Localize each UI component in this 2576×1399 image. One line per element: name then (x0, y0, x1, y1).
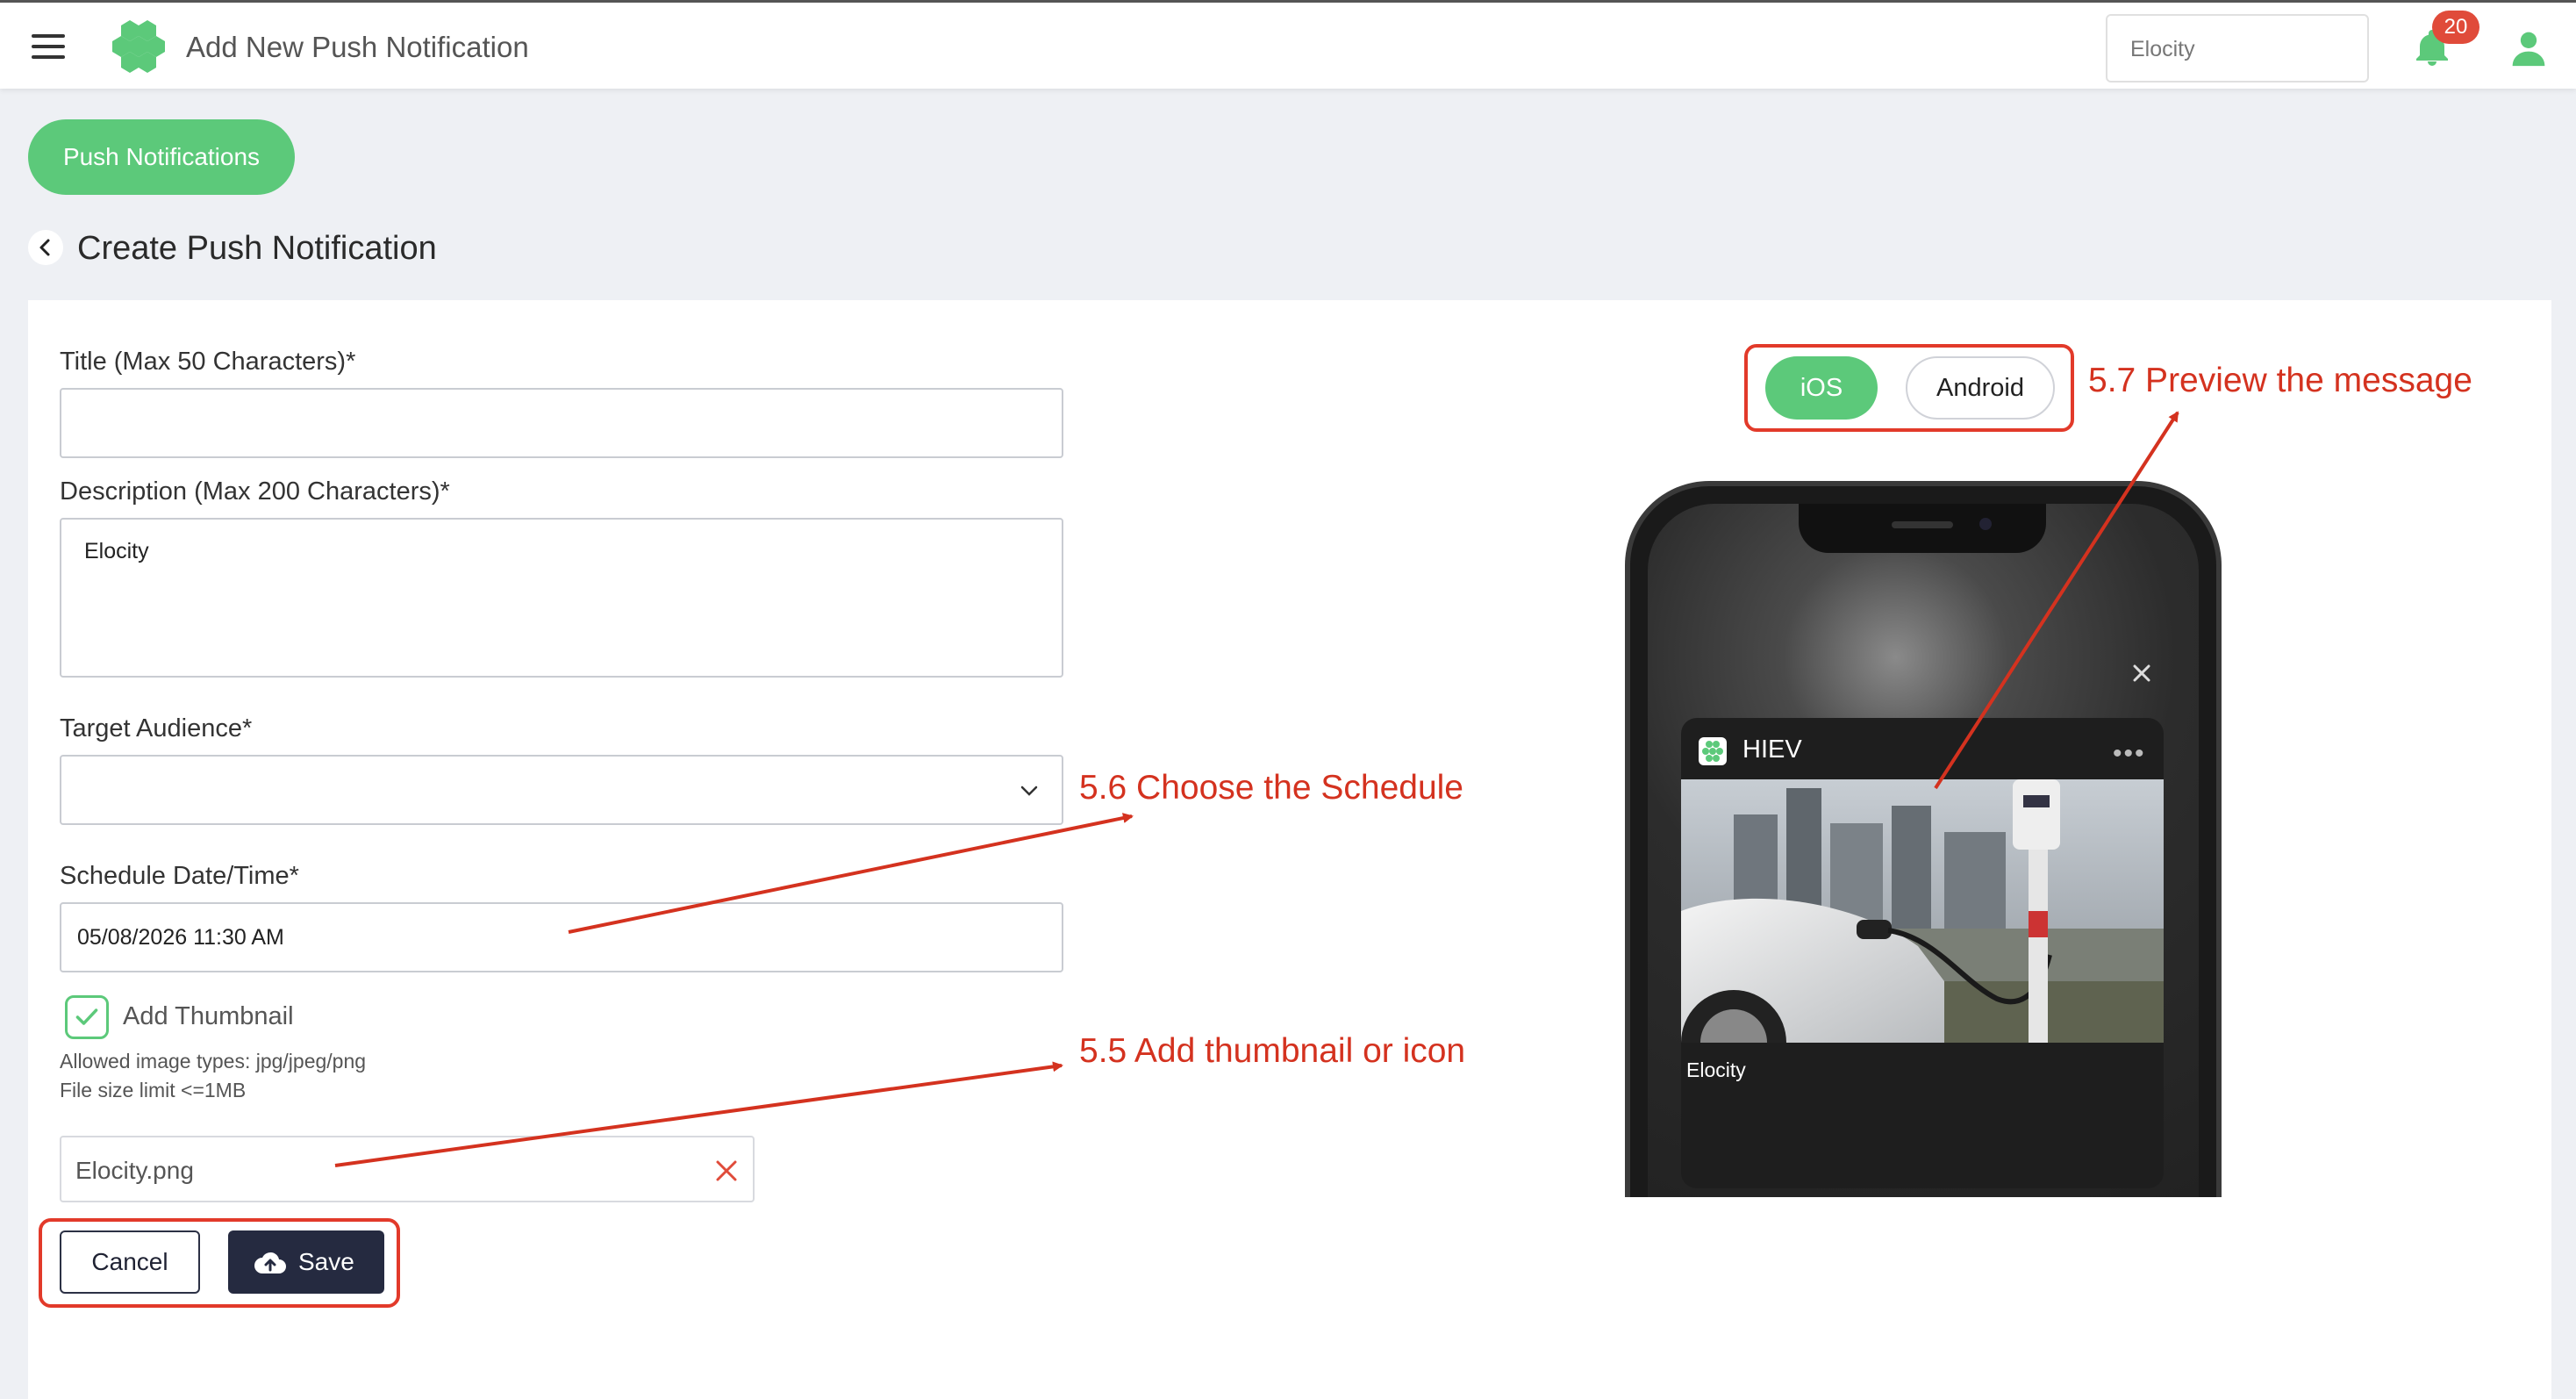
phone-notch (1799, 504, 2046, 553)
schedule-label: Schedule Date/Time* (60, 862, 299, 890)
save-label: Save (298, 1248, 354, 1275)
app-logo-icon (1699, 737, 1727, 765)
add-thumbnail-label: Add Thumbnail (123, 1002, 294, 1030)
description-label: Description (Max 200 Characters)* (60, 477, 450, 506)
cancel-button[interactable]: Cancel (60, 1230, 200, 1294)
title-input[interactable] (60, 388, 1063, 458)
thumbnail-file-field: Elocity.png (60, 1136, 755, 1202)
phone-preview: HIEV ••• Elocity (1625, 481, 2222, 1197)
close-icon[interactable] (2129, 660, 2155, 686)
notification-description: Elocity (1686, 1058, 1746, 1081)
android-toggle[interactable]: Android (1906, 356, 2055, 420)
menu-icon[interactable] (32, 34, 65, 61)
annotation-choose-schedule: 5.6 Choose the Schedule (1079, 769, 1463, 807)
back-icon[interactable] (28, 230, 63, 265)
more-icon[interactable]: ••• (2113, 739, 2146, 769)
push-notifications-tab[interactable]: Push Notifications (28, 119, 295, 195)
notification-count-badge: 20 (2432, 11, 2479, 44)
close-icon[interactable] (712, 1157, 741, 1185)
schedule-datetime-input[interactable]: 05/08/2026 11:30 AM (60, 902, 1063, 972)
user-icon[interactable] (2509, 29, 2548, 68)
app-logo-icon (112, 20, 165, 73)
notification-app-name: HIEV (1742, 735, 1802, 764)
cloud-upload-icon (254, 1252, 286, 1273)
annotation-preview-message: 5.7 Preview the message (2088, 362, 2472, 399)
save-button[interactable]: Save (228, 1230, 384, 1294)
top-bar: Add New Push Notification Elocity 20 (0, 0, 2576, 89)
page-title: Create Push Notification (77, 230, 437, 267)
annotation-add-thumbnail: 5.5 Add thumbnail or icon (1079, 1032, 1466, 1070)
app-title: Add New Push Notification (186, 31, 529, 63)
ev-charging-thumbnail (1681, 779, 2164, 1043)
target-audience-label: Target Audience* (60, 714, 253, 743)
image-types-hint: Allowed image types: jpg/jpeg/png (60, 1050, 367, 1073)
description-textarea[interactable]: Elocity (60, 518, 1063, 678)
add-thumbnail-checkbox[interactable] (65, 995, 109, 1039)
phone-screen: HIEV ••• Elocity (1648, 504, 2199, 1197)
file-size-hint: File size limit <=1MB (60, 1079, 247, 1101)
target-audience-select[interactable] (60, 755, 1063, 825)
chevron-down-icon (1020, 786, 1038, 796)
notification-card: HIEV ••• Elocity (1681, 718, 2164, 1188)
title-label: Title (Max 50 Characters)* (60, 348, 356, 376)
organization-select[interactable]: Elocity (2106, 14, 2369, 83)
ios-toggle[interactable]: iOS (1765, 356, 1878, 420)
